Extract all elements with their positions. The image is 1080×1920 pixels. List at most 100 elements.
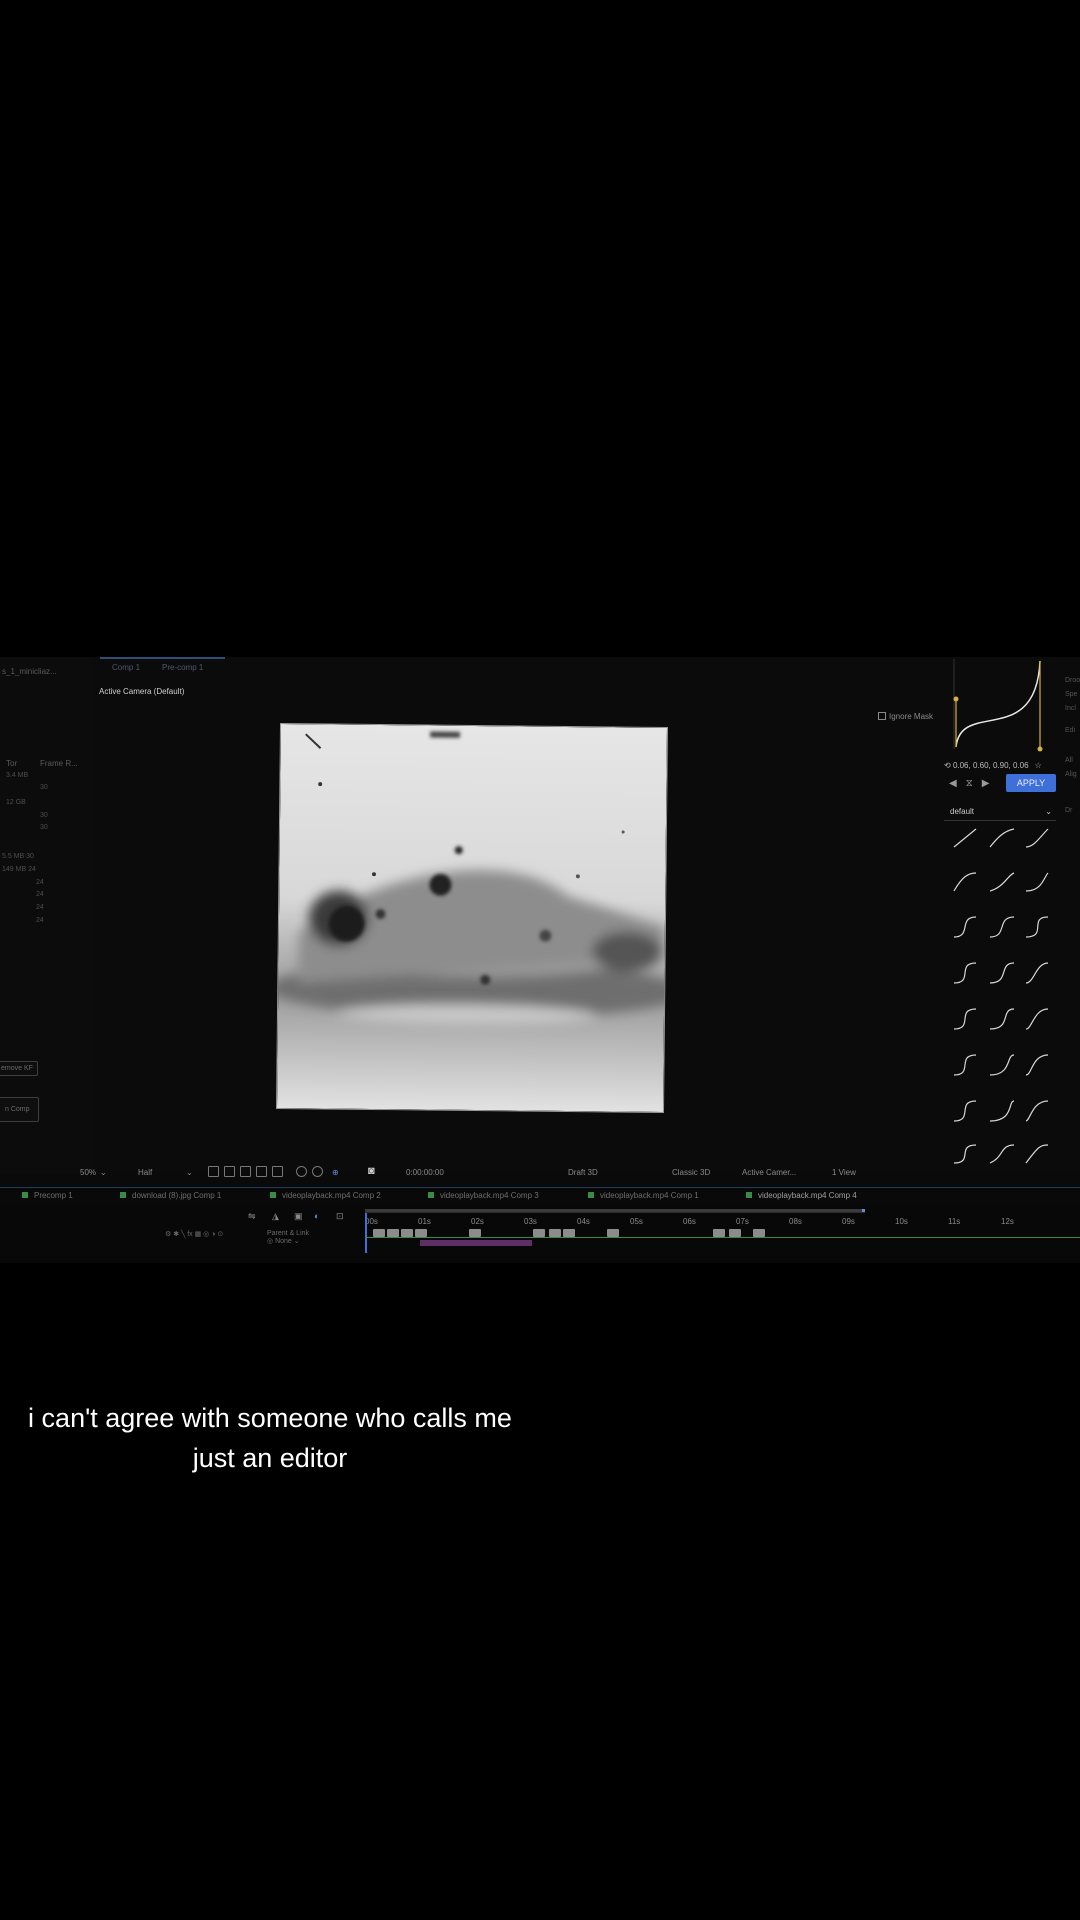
active-camera-label: Active Camera (Default) xyxy=(99,687,185,696)
ruler-tick-label: 07s xyxy=(736,1217,749,1226)
transparency-grid-icon[interactable] xyxy=(224,1166,235,1177)
chevron-down-icon[interactable]: ⌄ xyxy=(186,1168,193,1177)
previous-keyframe-icon[interactable]: ◀ xyxy=(949,778,957,789)
parent-link-column: Parent & Link ◎ None ⌄ xyxy=(267,1230,309,1246)
keyframe-marker[interactable] xyxy=(563,1229,575,1237)
easing-preset-grid[interactable] xyxy=(948,827,1060,1167)
after-effects-workspace: s_1_minicliaz... Tor Frame R... 3.4 MB 3… xyxy=(0,657,1080,1263)
region-of-interest-icon[interactable] xyxy=(208,1166,219,1177)
column-type-header[interactable]: Tor xyxy=(6,759,17,768)
shy-layers-icon[interactable]: ◮ xyxy=(272,1211,279,1222)
layer-duration-bar[interactable] xyxy=(365,1237,1080,1238)
preset-dropdown[interactable]: default ⌄ xyxy=(944,807,1056,821)
timeline-tab-label: Precomp 1 xyxy=(34,1191,73,1200)
viewer-toolbar: 50% ⌄ Half ⌄ ⊕ ◙ 0:00:00:00 Draft 3D Cla… xyxy=(80,1165,944,1179)
apply-button[interactable]: APPLY xyxy=(1006,774,1056,792)
comp-color-icon xyxy=(270,1192,276,1198)
color-channel-icon[interactable] xyxy=(296,1166,307,1177)
motion-blur-icon[interactable]: ◐ xyxy=(314,1211,319,1221)
timeline-tab[interactable]: videoplayback.mp4 Comp 1 xyxy=(588,1191,699,1200)
link-icon[interactable]: ⟲ xyxy=(944,761,953,770)
parent-link-header: Parent & Link xyxy=(267,1230,310,1237)
viewer-tab-pre-comp-1[interactable]: Pre-comp 1 xyxy=(162,663,203,672)
favorite-icon[interactable]: ☆ xyxy=(1035,761,1042,770)
timeline-tab[interactable]: download (8).jpg Comp 1 xyxy=(120,1191,221,1200)
remove-keyframe-button[interactable]: emove KF xyxy=(0,1061,38,1076)
keyframe-marker[interactable] xyxy=(533,1229,545,1237)
camera-select[interactable]: Active Camer... xyxy=(742,1168,796,1177)
current-timecode[interactable]: 0:00:00:00 xyxy=(406,1168,444,1177)
keyframe-marker[interactable] xyxy=(469,1229,481,1237)
column-frame-rate-header[interactable]: Frame R... xyxy=(40,759,78,768)
work-area-range[interactable] xyxy=(365,1209,865,1212)
renderer-select[interactable]: Draft 3D xyxy=(568,1168,598,1177)
fit-icon[interactable]: ⧖ xyxy=(966,778,973,789)
bezier-curve-graph[interactable] xyxy=(946,659,1046,755)
keyframe-marker[interactable] xyxy=(549,1229,561,1237)
keyframe-marker[interactable] xyxy=(387,1229,399,1237)
bezier-coordinates[interactable]: ⟲ 0.06, 0.60, 0.90, 0.06 ☆ xyxy=(944,761,1042,770)
project-row-value: 30 xyxy=(40,812,48,819)
layer-bar[interactable] xyxy=(420,1240,532,1246)
frame-blending-icon[interactable]: ▣ xyxy=(294,1211,303,1222)
ruler-tick-label: 10s xyxy=(895,1217,908,1226)
comp-color-icon xyxy=(746,1192,752,1198)
chevron-down-icon[interactable]: ⌄ xyxy=(100,1168,107,1177)
renderer-mode-select[interactable]: Classic 3D xyxy=(672,1168,710,1177)
ruler-tick-label: 01s xyxy=(418,1217,431,1226)
bezier-handle-in[interactable] xyxy=(953,696,959,702)
ruler-tick-label: 05s xyxy=(630,1217,643,1226)
ruler-tick-label: 04s xyxy=(577,1217,590,1226)
ruler-tick-label: 12s xyxy=(1001,1217,1014,1226)
bezier-handle-out[interactable] xyxy=(1037,746,1043,752)
new-comp-button[interactable]: n Comp xyxy=(0,1097,39,1122)
caption-line-2: just an editor xyxy=(192,1443,348,1473)
comp-flowchart-icon[interactable]: ⇋ xyxy=(248,1211,256,1222)
ignore-mask-toggle[interactable]: Ignore Mask xyxy=(878,712,933,721)
playhead[interactable] xyxy=(365,1213,367,1253)
graph-editor-icon[interactable]: ⊡ xyxy=(336,1211,344,1222)
keyframe-marker[interactable] xyxy=(401,1229,413,1237)
project-item-name[interactable]: s_1_minicliaz... xyxy=(2,667,57,676)
time-ruler[interactable]: 00s 01s 02s 03s 04s 05s 06s 07s 08s 09s 10s 11s 12s xyxy=(365,1209,1080,1253)
keyframe-marker[interactable] xyxy=(607,1229,619,1237)
timeline-tab-label: videoplayback.mp4 Comp 1 xyxy=(600,1191,699,1200)
guides-icon[interactable] xyxy=(256,1166,267,1177)
next-keyframe-icon[interactable]: ▶ xyxy=(982,778,990,789)
exposure-icon[interactable] xyxy=(312,1166,323,1177)
view-layout-select[interactable]: 1 View xyxy=(832,1168,856,1177)
project-row-value: 149 MB 24 xyxy=(2,866,36,873)
easing-panel: ⟲ 0.06, 0.60, 0.90, 0.06 ☆ ◀ ⧖ ▶ APPLY defa… xyxy=(944,657,1080,1173)
comp-color-icon xyxy=(120,1192,126,1198)
keyframe-marker[interactable] xyxy=(729,1229,741,1237)
project-row-value: 30 xyxy=(40,784,48,791)
timeline-tab[interactable]: videoplayback.mp4 Comp 2 xyxy=(270,1191,381,1200)
ruler-tick-label: 06s xyxy=(683,1217,696,1226)
mask-visibility-icon[interactable] xyxy=(240,1166,251,1177)
timeline-tab[interactable]: Precomp 1 xyxy=(22,1191,73,1200)
preset-dropdown-value: default xyxy=(950,807,975,816)
project-row-value: 5.5 MB 30 xyxy=(2,853,34,860)
viewer-tab-comp-1[interactable]: Comp 1 xyxy=(112,663,140,672)
resolution-select[interactable]: Half xyxy=(138,1168,152,1177)
timeline-tab[interactable]: videoplayback.mp4 Comp 3 xyxy=(428,1191,539,1200)
composition-frame[interactable] xyxy=(275,722,669,1114)
project-row-value: 3.4 MB xyxy=(6,772,29,779)
keyframe-marker[interactable] xyxy=(753,1229,765,1237)
keyframe-marker[interactable] xyxy=(415,1229,427,1237)
video-caption: i can't agree with someone who calls me … xyxy=(0,1398,540,1478)
zoom-select[interactable]: 50% xyxy=(80,1168,96,1177)
fast-preview-icon[interactable]: ⊕ xyxy=(332,1168,339,1177)
keyframe-marker[interactable] xyxy=(373,1229,385,1237)
checkbox-icon xyxy=(878,712,886,720)
ruler-tick-label: 09s xyxy=(842,1217,855,1226)
keyframe-marker[interactable] xyxy=(713,1229,725,1237)
grid-icon[interactable] xyxy=(272,1166,283,1177)
ruler-tick-label: 08s xyxy=(789,1217,802,1226)
parent-select[interactable]: ◎ None ⌄ xyxy=(267,1238,309,1246)
timeline-tab-active[interactable]: videoplayback.mp4 Comp 4 xyxy=(746,1191,857,1200)
ruler-tick-label: 11s xyxy=(948,1217,961,1226)
timeline-tab-label: videoplayback.mp4 Comp 4 xyxy=(758,1191,857,1200)
timeline-comp-tabs: Precomp 1 download (8).jpg Comp 1 videop… xyxy=(0,1187,1080,1203)
snapshot-camera-icon[interactable]: ◙ xyxy=(368,1165,375,1177)
